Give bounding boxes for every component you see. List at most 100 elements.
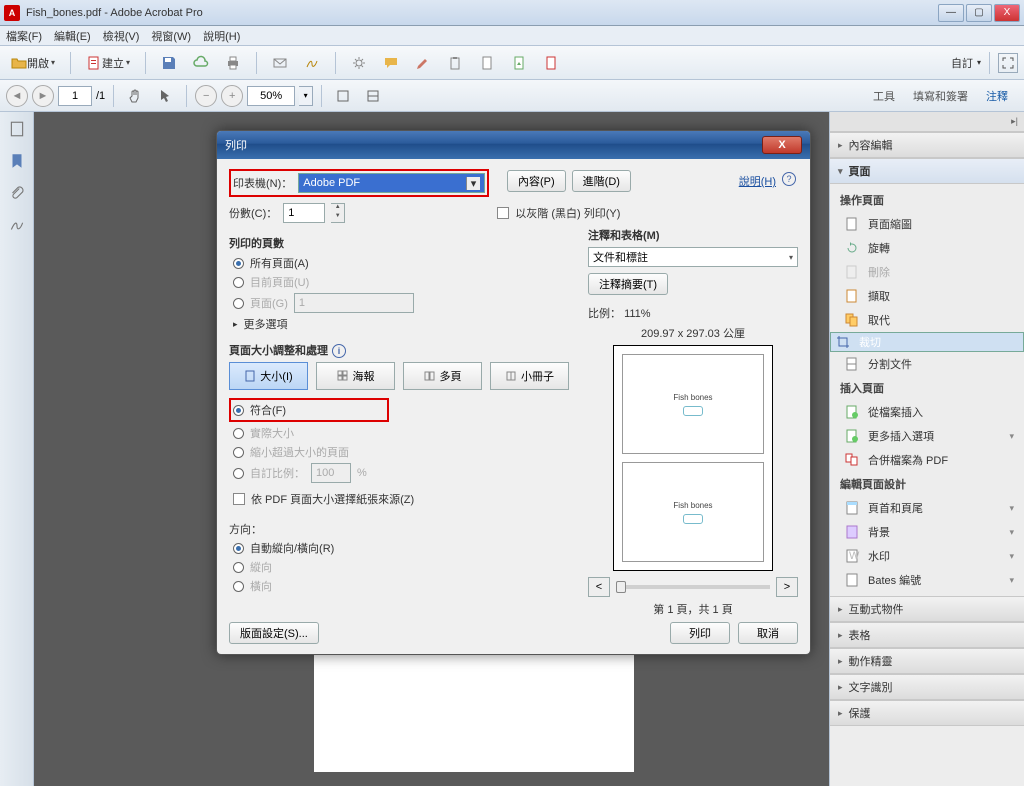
- seg-size[interactable]: 大小(I): [229, 362, 308, 390]
- sign-icon[interactable]: [299, 51, 325, 75]
- hand-tool-icon[interactable]: [122, 84, 148, 108]
- dialog-close-icon[interactable]: X: [762, 136, 802, 154]
- page-input[interactable]: [58, 86, 92, 106]
- shrink-option[interactable]: 縮小超過大小的頁面: [233, 444, 569, 460]
- signature-rail-icon[interactable]: [8, 216, 26, 234]
- comment-icon[interactable]: [378, 51, 404, 75]
- orient-landscape[interactable]: 橫向: [233, 578, 569, 594]
- zoom-input[interactable]: [247, 86, 295, 106]
- select-tool-icon[interactable]: [152, 84, 178, 108]
- dialog-titlebar[interactable]: 列印 X: [217, 131, 810, 159]
- menubar: 檔案(F) 編輯(E) 檢視(V) 視窗(W) 說明(H): [0, 26, 1024, 46]
- fit-option[interactable]: 符合(F): [233, 402, 385, 418]
- grayscale-checkbox[interactable]: [497, 207, 509, 219]
- menu-view[interactable]: 檢視(V): [103, 28, 140, 44]
- more-options[interactable]: ▸更多選項: [233, 316, 569, 332]
- help-link[interactable]: 說明(H): [739, 173, 776, 189]
- section-ocr[interactable]: ▸文字識別: [830, 674, 1024, 700]
- fit-page-icon[interactable]: [360, 84, 386, 108]
- section-page[interactable]: ▾頁面: [830, 158, 1024, 184]
- tab-fill-sign[interactable]: 填寫和簽署: [913, 88, 968, 104]
- op-insert-file[interactable]: 從檔案插入: [830, 400, 1024, 424]
- minimize-button[interactable]: —: [938, 4, 964, 22]
- menu-help[interactable]: 說明(H): [203, 28, 240, 44]
- op-rotate[interactable]: 旋轉: [830, 236, 1024, 260]
- email-icon[interactable]: [267, 51, 293, 75]
- op-background[interactable]: 背景▾: [830, 520, 1024, 544]
- customize-button[interactable]: 自訂: [951, 55, 973, 71]
- next-page-icon[interactable]: ►: [32, 85, 54, 107]
- gear-icon[interactable]: [346, 51, 372, 75]
- print-button[interactable]: 列印: [670, 622, 730, 644]
- op-split[interactable]: 分割文件: [830, 352, 1024, 376]
- open-button[interactable]: 開啟▾: [6, 51, 60, 75]
- menu-file[interactable]: 檔案(F): [6, 28, 42, 44]
- range-pages[interactable]: 頁面(G): [233, 293, 569, 313]
- range-current[interactable]: 目前頁面(U): [233, 274, 569, 290]
- section-interactive[interactable]: ▸互動式物件: [830, 596, 1024, 622]
- preview-next-button[interactable]: >: [776, 577, 798, 597]
- actual-size-option[interactable]: 實際大小: [233, 425, 569, 441]
- cancel-button[interactable]: 取消: [738, 622, 798, 644]
- page-icon[interactable]: [474, 51, 500, 75]
- clipboard-icon[interactable]: [442, 51, 468, 75]
- range-pages-input: [294, 293, 414, 313]
- paper-source-option[interactable]: 依 PDF 頁面大小選擇紙張來源(Z): [233, 491, 569, 507]
- op-header-footer[interactable]: 頁首和頁尾▾: [830, 496, 1024, 520]
- preview-slider[interactable]: [616, 585, 770, 589]
- panel-collapse-icon[interactable]: ▸|: [1011, 116, 1018, 127]
- attachment-icon[interactable]: [8, 184, 26, 202]
- maximize-button[interactable]: ▢: [966, 4, 992, 22]
- op-combine[interactable]: 合併檔案為 PDF: [830, 448, 1024, 472]
- seg-multi[interactable]: 多頁: [403, 362, 482, 390]
- seg-booklet[interactable]: 小冊子: [490, 362, 569, 390]
- section-action[interactable]: ▸動作精靈: [830, 648, 1024, 674]
- op-extract[interactable]: 擷取: [830, 284, 1024, 308]
- copies-input[interactable]: [283, 203, 325, 223]
- prev-page-icon[interactable]: ◄: [6, 85, 28, 107]
- advanced-button[interactable]: 進階(D): [572, 170, 631, 192]
- op-watermark[interactable]: W水印▾: [830, 544, 1024, 568]
- info-icon[interactable]: i: [332, 344, 346, 358]
- convert-icon[interactable]: [538, 51, 564, 75]
- seg-poster[interactable]: 海報: [316, 362, 395, 390]
- preview-prev-button[interactable]: <: [588, 577, 610, 597]
- section-content-edit[interactable]: ▸內容編輯: [830, 132, 1024, 158]
- op-replace[interactable]: 取代: [830, 308, 1024, 332]
- create-button[interactable]: 建立▾: [81, 51, 135, 75]
- print-icon[interactable]: [220, 51, 246, 75]
- save-icon[interactable]: [156, 51, 182, 75]
- cloud-icon[interactable]: [188, 51, 214, 75]
- menu-window[interactable]: 視窗(W): [151, 28, 191, 44]
- orient-auto[interactable]: 自動縱向/橫向(R): [233, 540, 569, 556]
- orient-portrait[interactable]: 縱向: [233, 559, 569, 575]
- export-icon[interactable]: [506, 51, 532, 75]
- fullscreen-icon[interactable]: [998, 53, 1018, 73]
- section-protect[interactable]: ▸保護: [830, 700, 1024, 726]
- bookmark-icon[interactable]: [8, 152, 26, 170]
- op-crop[interactable]: 裁切: [830, 332, 1024, 352]
- op-insert-more[interactable]: 更多插入選項▾: [830, 424, 1024, 448]
- menu-edit[interactable]: 編輯(E): [54, 28, 91, 44]
- section-table[interactable]: ▸表格: [830, 622, 1024, 648]
- op-bates[interactable]: Bates 編號▾: [830, 568, 1024, 592]
- comments-summary-button[interactable]: 注釋摘要(T): [588, 273, 668, 295]
- printer-select[interactable]: Adobe PDF▾: [298, 173, 485, 193]
- custom-scale-option[interactable]: 自訂比例：%: [233, 463, 569, 483]
- help-icon[interactable]: ?: [782, 172, 796, 186]
- fit-width-icon[interactable]: [330, 84, 356, 108]
- zoom-out-icon[interactable]: −: [195, 85, 217, 107]
- thumbnails-icon[interactable]: [8, 120, 26, 138]
- zoom-dropdown[interactable]: ▾: [299, 86, 313, 106]
- copies-spinner[interactable]: ▲▼: [331, 203, 345, 223]
- op-thumbnails[interactable]: 頁面縮圖: [830, 212, 1024, 236]
- close-button[interactable]: X: [994, 4, 1020, 22]
- zoom-in-icon[interactable]: +: [221, 85, 243, 107]
- properties-button[interactable]: 內容(P): [507, 170, 566, 192]
- comments-select[interactable]: 文件和標註▾: [588, 247, 798, 267]
- range-all[interactable]: 所有頁面(A): [233, 255, 569, 271]
- page-setup-button[interactable]: 版面設定(S)...: [229, 622, 319, 644]
- tab-tools[interactable]: 工具: [873, 88, 895, 104]
- tab-comment[interactable]: 注釋: [986, 88, 1008, 104]
- edit-icon[interactable]: [410, 51, 436, 75]
